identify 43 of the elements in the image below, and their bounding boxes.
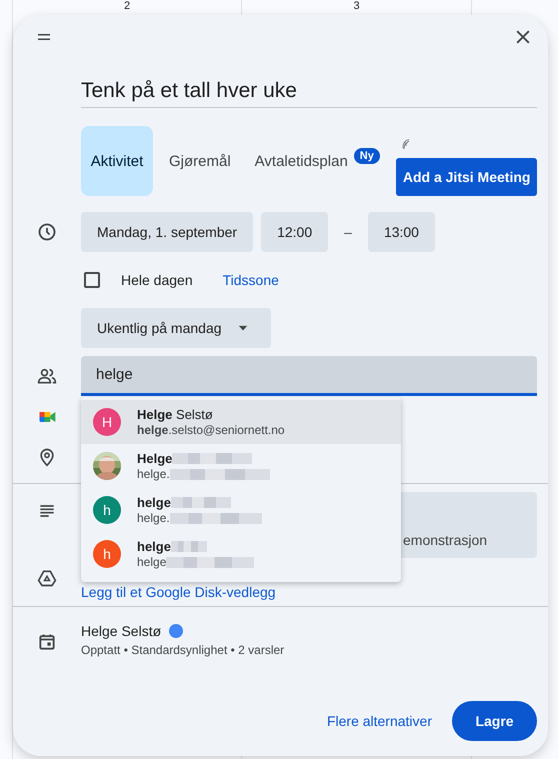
people-icon bbox=[37, 366, 57, 386]
timezone-link[interactable]: Tidssone bbox=[222, 272, 279, 288]
avatar: h bbox=[93, 496, 121, 524]
add-meeting-button[interactable]: Add a Jitsi Meeting bbox=[396, 158, 538, 196]
title-field[interactable]: Tenk på et tall hver uke bbox=[81, 75, 537, 108]
calendar-owner: Helge Selstø bbox=[81, 623, 162, 639]
event-details: Opptatt • Standardsynlighet • 2 varsler bbox=[81, 643, 286, 657]
avatar: H bbox=[93, 408, 121, 436]
start-time-button[interactable]: 12:00 bbox=[261, 212, 328, 252]
suggestion-item[interactable]: H Helge Selstø helge.selsto@seniornett.no bbox=[81, 400, 401, 444]
contact-name: Helge Selstø bbox=[137, 406, 213, 422]
all-day-label: Hele dagen bbox=[121, 272, 193, 288]
event-type-tab[interactable]: Gjøremål bbox=[161, 126, 239, 196]
guests-field[interactable]: helge bbox=[81, 356, 537, 396]
time-separator: – bbox=[343, 224, 353, 240]
add-attachment-link[interactable]: Legg til et Google Disk-vedlegg bbox=[81, 584, 276, 600]
contact-email: helge. bbox=[137, 466, 170, 482]
contact-name: helge bbox=[137, 494, 171, 510]
day-number: 3 bbox=[353, 0, 360, 13]
new-badge: Ny bbox=[354, 148, 380, 164]
suggestion-item[interactable]: Helge helge. bbox=[81, 444, 401, 488]
more-options-button[interactable]: Flere alternativer bbox=[326, 713, 432, 729]
feather-icon bbox=[400, 136, 412, 152]
end-time-button[interactable]: 13:00 bbox=[368, 212, 435, 252]
suggestion-item[interactable]: h helge helge. bbox=[81, 488, 401, 532]
contact-email: helge.selsto@seniornett.no bbox=[137, 422, 285, 438]
contact-email: helge bbox=[137, 554, 166, 570]
all-day-checkbox[interactable] bbox=[84, 272, 100, 288]
contact-name: Helge bbox=[137, 450, 172, 466]
calendar-icon bbox=[37, 632, 57, 652]
contact-email: helge. bbox=[137, 510, 170, 526]
triangle-icon bbox=[37, 568, 57, 588]
avatar: h bbox=[93, 540, 121, 568]
save-button[interactable]: Lagre bbox=[452, 701, 537, 741]
event-type-tab[interactable]: Aktivitet bbox=[81, 126, 153, 196]
date-button[interactable]: Mandag, 1. september bbox=[81, 212, 254, 252]
clock-icon bbox=[37, 222, 57, 242]
caret-icon bbox=[238, 323, 248, 333]
suggestion-item[interactable]: h helge helge bbox=[81, 532, 401, 576]
event-type-tab[interactable]: Avtaletidsplan Ny bbox=[246, 126, 388, 196]
contact-name: helge bbox=[137, 538, 171, 554]
recurrence-dropdown[interactable]: Ukentlig på mandag bbox=[81, 308, 271, 348]
day-number: 2 bbox=[124, 0, 130, 13]
